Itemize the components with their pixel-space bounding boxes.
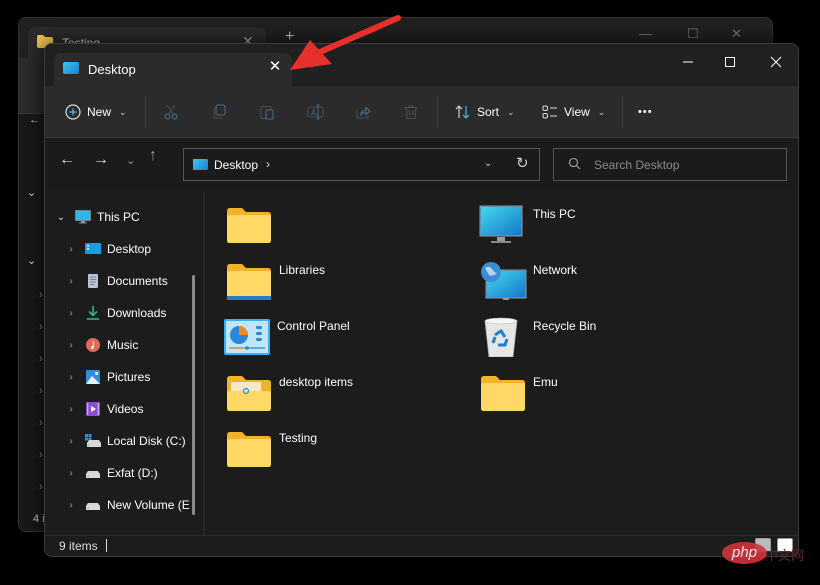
annotation-arrow bbox=[290, 15, 401, 70]
watermark-text: 中文网 bbox=[765, 548, 805, 563]
watermark-logo: php bbox=[722, 542, 767, 564]
